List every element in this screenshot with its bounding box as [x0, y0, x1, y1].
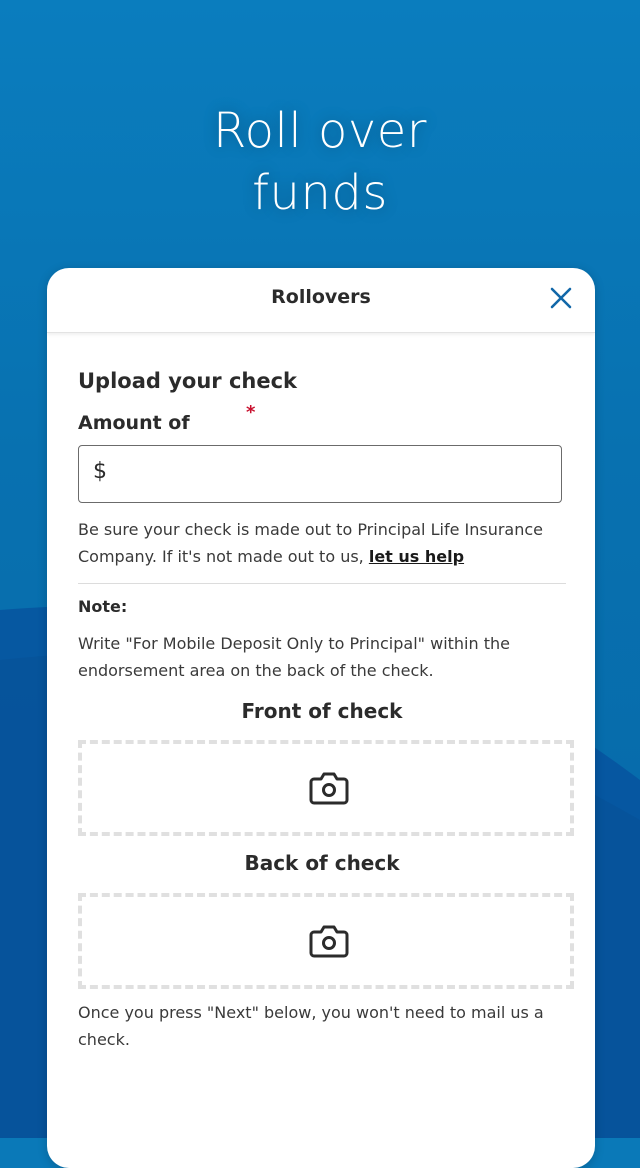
divider — [78, 583, 566, 584]
hero-title-line2: funds — [252, 165, 388, 221]
let-us-help-link[interactable]: let us help — [369, 547, 464, 566]
front-of-check-title: Front of check — [241, 699, 403, 723]
amount-input[interactable] — [119, 454, 553, 496]
payee-help-text-body: Be sure your check is made out to Princi… — [78, 520, 543, 566]
amount-label-row: Amount of * — [78, 402, 566, 438]
close-icon — [550, 287, 572, 309]
back-of-check-title: Back of check — [244, 851, 400, 875]
modal-title: Rollovers — [271, 286, 371, 308]
modal-header: Rollovers — [47, 268, 595, 333]
note-label: Note: — [78, 597, 128, 616]
amount-field[interactable]: $ — [78, 445, 562, 503]
camera-icon — [309, 772, 349, 805]
section-title: Upload your check — [78, 369, 298, 393]
note-text: Write "For Mobile Deposit Only to Princi… — [78, 634, 510, 680]
camera-icon — [309, 925, 349, 958]
back-of-check-upload[interactable] — [78, 893, 574, 989]
close-button[interactable] — [549, 286, 573, 310]
front-of-check-upload[interactable] — [78, 740, 574, 836]
rollovers-modal: Rollovers Upload your check Amount of * … — [47, 268, 595, 1168]
hero-title-line1: Roll over — [212, 103, 428, 159]
hero-title: Roll over funds — [0, 100, 640, 224]
currency-symbol: $ — [93, 459, 107, 484]
payee-help-text: Be sure your check is made out to Princi… — [78, 516, 566, 570]
modal-content: Upload your check Amount of * $ Be sure … — [78, 366, 574, 1053]
amount-label: Amount of — [78, 412, 190, 434]
required-mark: * — [246, 402, 256, 423]
mail-notice-text: Once you press "Next" below, you won't n… — [78, 1003, 544, 1049]
